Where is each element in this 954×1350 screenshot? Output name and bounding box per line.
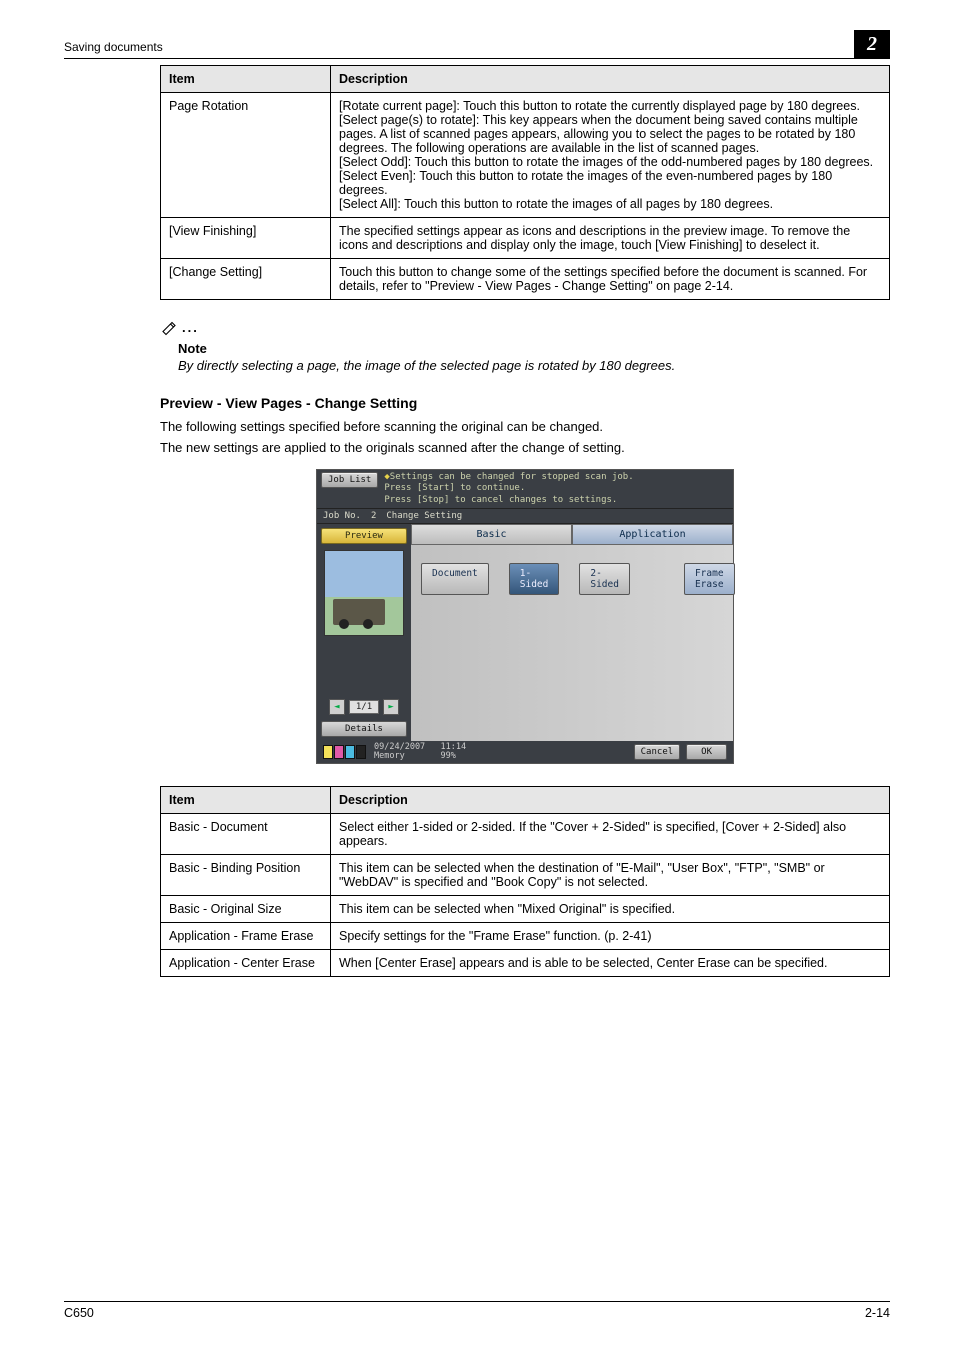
- note-block: ... Note By directly selecting a page, t…: [160, 318, 890, 373]
- ok-button[interactable]: OK: [686, 744, 727, 760]
- pager-prev-icon[interactable]: ◄: [329, 699, 345, 715]
- cell-item: [Change Setting]: [161, 259, 331, 300]
- table-header-desc: Description: [331, 787, 890, 814]
- job-no-value: 2: [371, 511, 376, 521]
- page-header: Saving documents 2: [64, 30, 890, 59]
- device-screenshot: Job List ◆Settings can be changed for st…: [316, 469, 734, 764]
- cell-item: Application - Center Erase: [161, 950, 331, 977]
- note-label: Note: [178, 341, 890, 356]
- cell-item: Basic - Binding Position: [161, 855, 331, 896]
- pager: ◄ 1/1 ►: [321, 699, 407, 715]
- table-preview-view-pages: Item Description Page Rotation [Rotate c…: [160, 65, 890, 300]
- document-button[interactable]: Document: [421, 563, 489, 595]
- job-title: Change Setting: [386, 511, 462, 521]
- preview-thumbnail[interactable]: [324, 550, 404, 636]
- note-icon: [160, 318, 178, 339]
- cell-item: Application - Frame Erase: [161, 923, 331, 950]
- pager-counter: 1/1: [349, 700, 379, 714]
- table-row: [Change Setting] Touch this button to ch…: [161, 259, 890, 300]
- table-row: Basic - Original Size This item can be s…: [161, 896, 890, 923]
- two-sided-button[interactable]: 2-Sided: [579, 563, 630, 595]
- job-list-button[interactable]: Job List: [321, 472, 378, 488]
- one-sided-button[interactable]: 1-Sided: [509, 563, 560, 595]
- table-row: Application - Center Erase When [Center …: [161, 950, 890, 977]
- details-button[interactable]: Details: [321, 721, 407, 737]
- page-footer: C650 2-14: [64, 1301, 890, 1320]
- table-row: [View Finishing] The specified settings …: [161, 218, 890, 259]
- cell-item: Basic - Document: [161, 814, 331, 855]
- table-row: Basic - Binding Position This item can b…: [161, 855, 890, 896]
- table-header-desc: Description: [331, 66, 890, 93]
- cell-desc: This item can be selected when "Mixed Or…: [331, 896, 890, 923]
- table-header-item: Item: [161, 787, 331, 814]
- job-no-label: Job No.: [323, 511, 361, 521]
- preview-button[interactable]: Preview: [321, 528, 407, 544]
- cancel-button[interactable]: Cancel: [634, 744, 681, 760]
- frame-erase-button[interactable]: Frame Erase: [684, 563, 735, 595]
- breadcrumb: Saving documents: [64, 40, 163, 58]
- tab-application[interactable]: Application: [572, 524, 733, 545]
- cell-item: Page Rotation: [161, 93, 331, 218]
- cell-desc: Select either 1-sided or 2-sided. If the…: [331, 814, 890, 855]
- section-heading: Preview - View Pages - Change Setting: [160, 395, 890, 411]
- table-row: Basic - Document Select either 1-sided o…: [161, 814, 890, 855]
- section-p1: The following settings specified before …: [160, 419, 890, 434]
- table-change-setting-items: Item Description Basic - Document Select…: [160, 786, 890, 977]
- cell-item: [View Finishing]: [161, 218, 331, 259]
- status-datetime: 09/24/2007 11:14 Memory 99%: [374, 743, 466, 762]
- toner-levels-icon: [323, 745, 366, 759]
- cell-desc: Touch this button to change some of the …: [331, 259, 890, 300]
- footer-page: 2-14: [865, 1306, 890, 1320]
- cell-desc: [Rotate current page]: Touch this button…: [331, 93, 890, 218]
- table-header-row: Item Description: [161, 787, 890, 814]
- tab-basic[interactable]: Basic: [411, 524, 572, 545]
- cell-desc: Specify settings for the "Frame Erase" f…: [331, 923, 890, 950]
- cell-desc: The specified settings appear as icons a…: [331, 218, 890, 259]
- cell-desc: When [Center Erase] appears and is able …: [331, 950, 890, 977]
- note-text: By directly selecting a page, the image …: [178, 358, 890, 373]
- table-row: Page Rotation [Rotate current page]: Tou…: [161, 93, 890, 218]
- cell-item: Basic - Original Size: [161, 896, 331, 923]
- job-info-row: Job No. 2 Change Setting: [317, 508, 733, 524]
- table-row: Application - Frame Erase Specify settin…: [161, 923, 890, 950]
- status-message: ◆Settings can be changed for stopped sca…: [384, 472, 633, 506]
- table-header-row: Item Description: [161, 66, 890, 93]
- chapter-badge: 2: [854, 30, 890, 58]
- pager-next-icon[interactable]: ►: [383, 699, 399, 715]
- section-p2: The new settings are applied to the orig…: [160, 440, 890, 455]
- footer-model: C650: [64, 1306, 94, 1320]
- table-header-item: Item: [161, 66, 331, 93]
- cell-desc: This item can be selected when the desti…: [331, 855, 890, 896]
- note-ellipsis-icon: ...: [178, 320, 199, 335]
